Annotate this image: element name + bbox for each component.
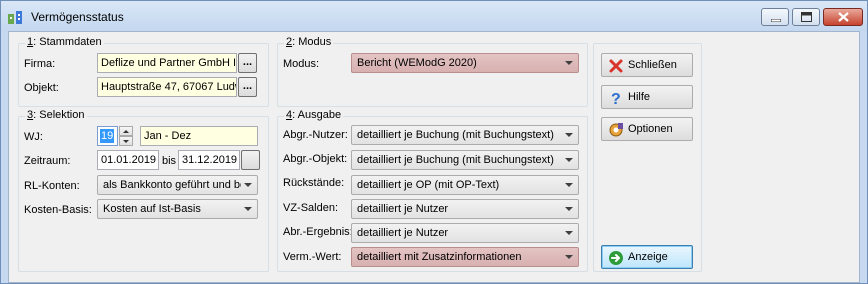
chevron-down-icon bbox=[565, 255, 573, 259]
chevron-down-icon bbox=[565, 207, 573, 211]
chevron-down-icon bbox=[565, 158, 573, 162]
rlkonten-select[interactable]: als Bankkonto geführt und bebucht bbox=[97, 175, 258, 195]
button-panel bbox=[593, 43, 702, 272]
close-button[interactable] bbox=[823, 8, 863, 26]
chevron-down-icon bbox=[244, 207, 252, 211]
schliessen-button[interactable]: Schließen bbox=[601, 53, 693, 77]
window-title: Vermögensstatus bbox=[31, 10, 124, 24]
verm-wert-select[interactable]: detailliert mit Zusatzinformationen bbox=[351, 247, 579, 267]
objekt-field[interactable]: Hauptstraße 47, 67067 Ludwigshafen bbox=[97, 77, 237, 97]
ausgabe-row-label: Abgr.-Objekt: bbox=[283, 153, 348, 165]
zeitraum-from-field[interactable]: 01.01.2019 bbox=[97, 150, 159, 170]
dialog-client-area: 1: Stammdaten Firma: Deflize und Partner… bbox=[8, 31, 860, 283]
minimize-button[interactable] bbox=[761, 8, 789, 26]
zeitraum-browse-button[interactable] bbox=[241, 150, 260, 170]
firma-field[interactable]: Deflize und Partner GmbH Immobilien bbox=[97, 53, 237, 73]
hilfe-button[interactable]: ? Hilfe bbox=[601, 85, 693, 109]
ausgabe-row-label: Abr.-Ergebnis: bbox=[283, 226, 353, 238]
title-bar[interactable]: Vermögensstatus bbox=[1, 1, 867, 31]
minimize-icon bbox=[771, 19, 781, 22]
chevron-down-icon bbox=[565, 133, 573, 137]
close-icon bbox=[838, 12, 849, 22]
ausgabe-row-label: VZ-Salden: bbox=[283, 202, 339, 214]
zeitraum-to-field[interactable]: 31.12.2019 bbox=[178, 150, 240, 170]
maximize-button[interactable] bbox=[792, 8, 820, 26]
ausgabe-row-label: Abgr.-Nutzer: bbox=[283, 129, 348, 141]
svg-text:?: ? bbox=[611, 91, 621, 106]
group-ausgabe-title: 4: Ausgabe bbox=[284, 109, 344, 121]
rlkonten-label: RL-Konten: bbox=[24, 180, 80, 192]
modus-label: Modus: bbox=[283, 58, 320, 70]
objekt-browse-button[interactable]: ... bbox=[238, 77, 257, 97]
group-modus-title: 2: Modus bbox=[284, 36, 334, 48]
chevron-down-icon bbox=[244, 183, 252, 187]
app-icon bbox=[8, 11, 22, 24]
close-x-icon bbox=[609, 59, 623, 73]
firma-label: Firma: bbox=[24, 58, 56, 70]
wj-down-button[interactable] bbox=[119, 136, 133, 146]
bis-label: bis bbox=[162, 155, 177, 167]
wj-label: WJ: bbox=[24, 131, 43, 143]
wj-input[interactable]: 19 bbox=[97, 126, 118, 146]
arrow-down-icon bbox=[123, 140, 129, 143]
firma-browse-button[interactable]: ... bbox=[238, 53, 257, 73]
kostenbasis-label: Kosten-Basis: bbox=[24, 204, 92, 216]
objekt-label: Objekt: bbox=[24, 82, 59, 94]
abgr-objekt-select[interactable]: detailliert je Buchung (mit Buchungstext… bbox=[351, 150, 579, 170]
abr-ergebnis-select[interactable]: detailliert je Nutzer bbox=[351, 223, 579, 243]
optionen-button[interactable]: Optionen bbox=[601, 117, 693, 141]
wj-range-field: Jan - Dez bbox=[140, 126, 258, 146]
wj-spinner[interactable] bbox=[119, 126, 133, 146]
help-icon: ? bbox=[611, 91, 621, 106]
abgr-nutzer-select[interactable]: detailliert je Buchung (mit Buchungstext… bbox=[351, 125, 579, 145]
chevron-down-icon bbox=[565, 61, 573, 65]
group-stammdaten-title: 1: Stammdaten bbox=[25, 36, 104, 48]
options-icon bbox=[609, 123, 623, 137]
vz-salden-select[interactable]: detailliert je Nutzer bbox=[351, 199, 579, 219]
wj-up-button[interactable] bbox=[119, 126, 133, 136]
modus-select[interactable]: Bericht (WEModG 2020) bbox=[351, 53, 579, 73]
chevron-down-icon bbox=[565, 183, 573, 187]
arrow-up-icon bbox=[123, 130, 129, 133]
group-selektion-title: 3: Selektion bbox=[25, 109, 87, 121]
maximize-icon bbox=[801, 12, 812, 22]
ausgabe-row-label: Rückstände: bbox=[283, 177, 345, 189]
zeitraum-label: Zeitraum: bbox=[24, 155, 71, 167]
app-window: Vermögensstatus 1: Stammdaten Firma: Def… bbox=[0, 0, 868, 284]
arrow-right-icon bbox=[609, 251, 623, 265]
ausgabe-row-label: Verm.-Wert: bbox=[283, 251, 342, 263]
rueckstaende-select[interactable]: detailliert je OP (mit OP-Text) bbox=[351, 175, 579, 195]
kostenbasis-select[interactable]: Kosten auf Ist-Basis bbox=[97, 199, 258, 219]
anzeige-button[interactable]: Anzeige bbox=[601, 245, 693, 269]
chevron-down-icon bbox=[565, 231, 573, 235]
